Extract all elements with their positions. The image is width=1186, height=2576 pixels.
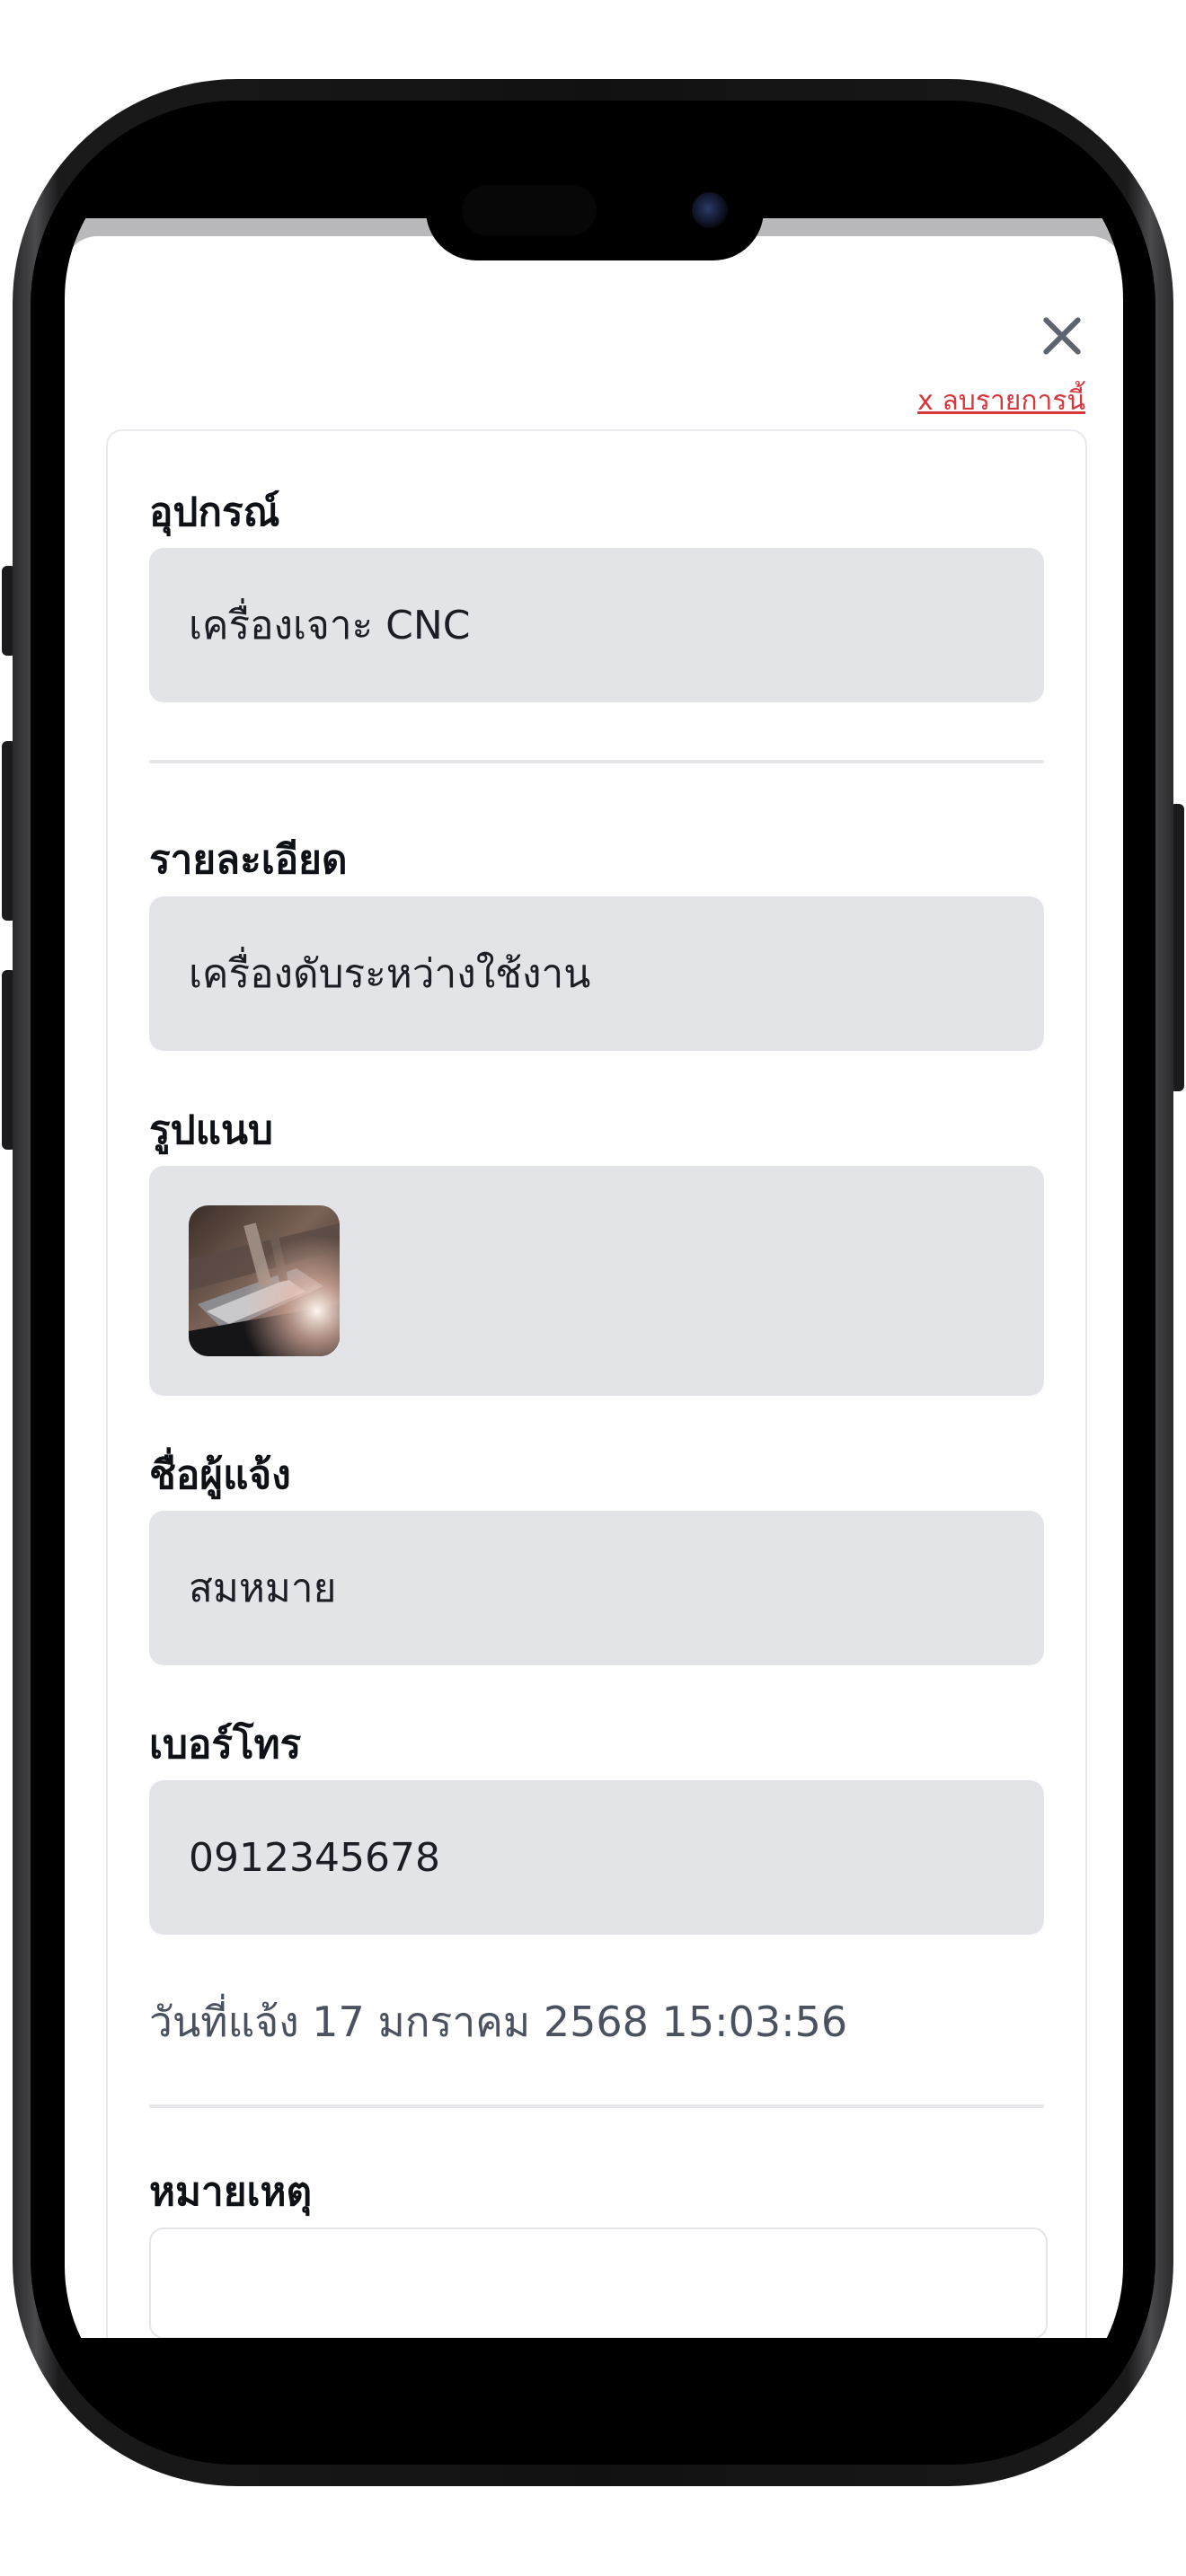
reporter-name-label: ชื่อผู้แจ้ง (149, 1452, 291, 1498)
note-label: หมายเหตุ (149, 2169, 313, 2215)
section-divider (149, 760, 1044, 763)
attachment-field (149, 1166, 1044, 1396)
section-divider (149, 2104, 1044, 2108)
detail-value: เครื่องดับระหว่างใช้งาน (189, 951, 591, 997)
equipment-value: เครื่องเจาะ CNC (189, 603, 471, 648)
delete-item-link[interactable]: x ลบรายการนี้ (917, 380, 1085, 422)
dynamic-island (426, 160, 764, 260)
front-camera-icon (692, 192, 728, 228)
reporter-name-field[interactable]: สมหมาย (149, 1511, 1044, 1665)
reported-date: วันที่แจ้ง 17 มกราคม 2568 15:03:56 (149, 1998, 848, 2046)
detail-label: รายละเอียด (149, 837, 348, 883)
detail-field[interactable]: เครื่องดับระหว่างใช้งาน (149, 896, 1044, 1051)
face-id-sensor (462, 185, 597, 235)
phone-field[interactable]: 0912345678 (149, 1780, 1044, 1935)
equipment-label: อุปกรณ์ (149, 490, 280, 535)
screen-bottom-bezel (65, 2338, 1123, 2432)
attachment-label: รูปแนบ (149, 1107, 273, 1153)
phone-screen: x ลบรายการนี้ อุปกรณ์ เครื่องเจาะ CNC รา… (65, 133, 1123, 2432)
detail-modal-sheet: x ลบรายการนี้ อุปกรณ์ เครื่องเจาะ CNC รา… (65, 236, 1123, 2338)
app-screenshot: x ลบรายการนี้ อุปกรณ์ เครื่องเจาะ CNC รา… (0, 0, 1186, 2576)
reporter-name-value: สมหมาย (189, 1566, 337, 1611)
phone-label: เบอร์โทร (149, 1722, 302, 1768)
phone-value: 0912345678 (189, 1834, 440, 1881)
report-card: อุปกรณ์ เครื่องเจาะ CNC รายละเอียด เครื่… (106, 429, 1087, 2338)
cnc-photo-thumbnail[interactable] (189, 1205, 340, 1356)
equipment-field[interactable]: เครื่องเจาะ CNC (149, 548, 1044, 702)
note-textarea[interactable] (149, 2228, 1048, 2338)
close-icon[interactable] (1033, 308, 1091, 366)
